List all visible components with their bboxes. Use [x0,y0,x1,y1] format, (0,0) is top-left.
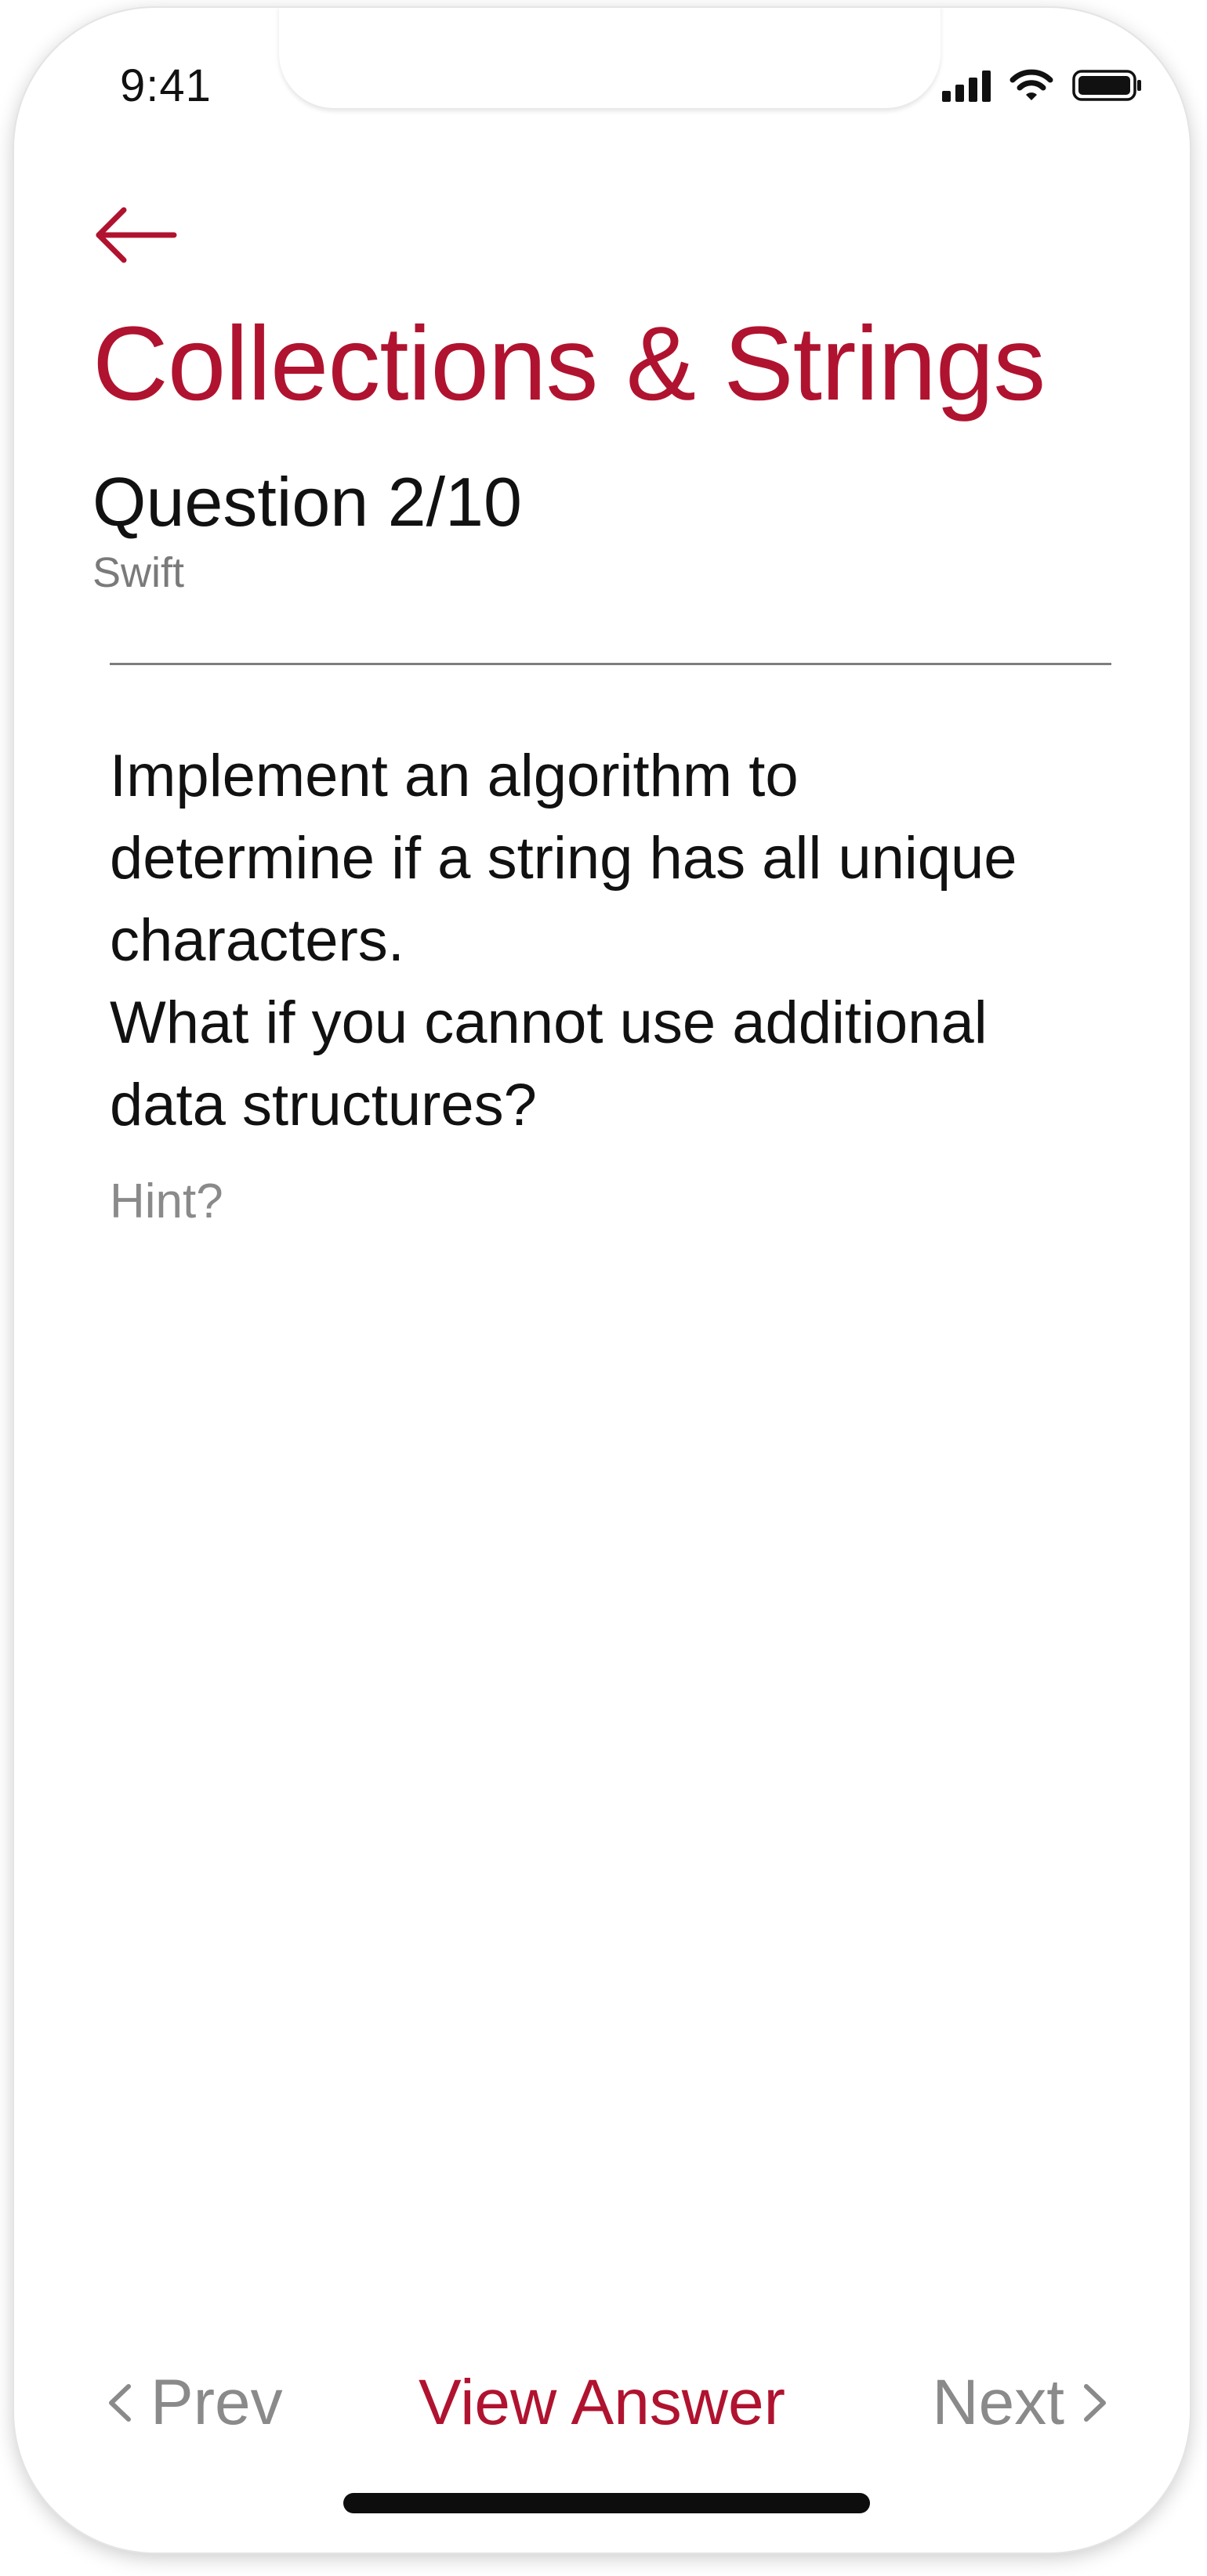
status-icons [942,67,1143,102]
battery-icon [1072,70,1141,101]
back-arrow-icon[interactable] [92,204,179,266]
prev-button[interactable]: Prev [100,2366,283,2440]
hint-link[interactable]: Hint? [110,1174,223,1229]
bottom-nav: Prev View Answer Next [14,2366,1190,2460]
screen: 9:41 Collections & Strings Question 2/10… [0,0,1207,2576]
subject-label: Swift [92,549,185,596]
wifi-icon [1009,69,1053,100]
next-button[interactable]: Next [932,2366,1115,2440]
question-text: Implement an algorithm to determine if a… [110,743,1017,1138]
chevron-left-icon [109,2384,131,2422]
status-time: 9:41 [120,60,212,111]
phone-frame: 9:41 Collections & Strings Question 2/10… [14,8,1190,2552]
view-answer-button[interactable]: View Answer [419,2366,785,2440]
page-title: Collections & Strings [92,306,1046,422]
home-indicator[interactable] [343,2493,870,2513]
next-label: Next [932,2367,1064,2438]
device-notch [279,8,941,108]
prev-label: Prev [150,2367,283,2438]
question-counter: Question 2/10 [92,463,522,541]
cellular-signal-icon [942,71,991,102]
chevron-right-icon [1084,2384,1106,2422]
divider [110,663,1111,665]
